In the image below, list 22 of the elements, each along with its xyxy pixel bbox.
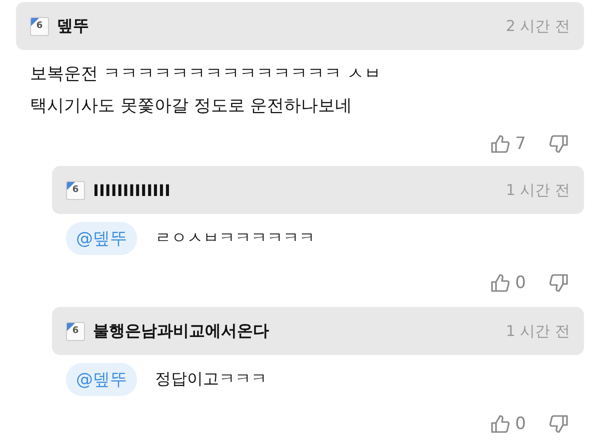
thumbs-up-icon[interactable] bbox=[489, 273, 512, 293]
thumbs-down-icon[interactable] bbox=[548, 273, 570, 293]
comment-text: ㄹㅇㅅㅂㅋㅋㅋㅋㅋㅋ bbox=[155, 228, 315, 249]
thumbs-up-icon[interactable] bbox=[489, 414, 512, 434]
level-badge: 6 bbox=[66, 322, 85, 340]
like-count: 0 bbox=[515, 414, 526, 434]
level-badge: 6 bbox=[66, 180, 85, 200]
timestamp: 1 시간 전 bbox=[506, 322, 570, 340]
like-count: 7 bbox=[515, 134, 526, 154]
username[interactable]: IIIIIIIIIIIII bbox=[93, 180, 506, 200]
timestamp: 2 시간 전 bbox=[506, 16, 570, 36]
comment-text: 택시기사도 못쫓아갈 정도로 운전하나보네 bbox=[30, 95, 354, 118]
username[interactable]: 뎊뚜 bbox=[57, 16, 506, 36]
comment-text: 보복운전 ㅋㅋㅋㅋㅋㅋㅋㅋㅋㅋㅋㅋㅋㅋ ㅅㅂ bbox=[30, 63, 382, 86]
like-count: 0 bbox=[515, 273, 526, 293]
timestamp: 1 시간 전 bbox=[506, 180, 570, 200]
username[interactable]: 불행은남과비교에서온다 bbox=[93, 320, 506, 342]
level-badge: 6 bbox=[30, 16, 49, 36]
thumbs-down-icon[interactable] bbox=[548, 414, 570, 434]
thumbs-down-icon[interactable] bbox=[548, 134, 570, 154]
comment-text: 정답이고ㅋㅋㅋ bbox=[155, 369, 267, 390]
thumbs-up-icon[interactable] bbox=[489, 134, 512, 154]
